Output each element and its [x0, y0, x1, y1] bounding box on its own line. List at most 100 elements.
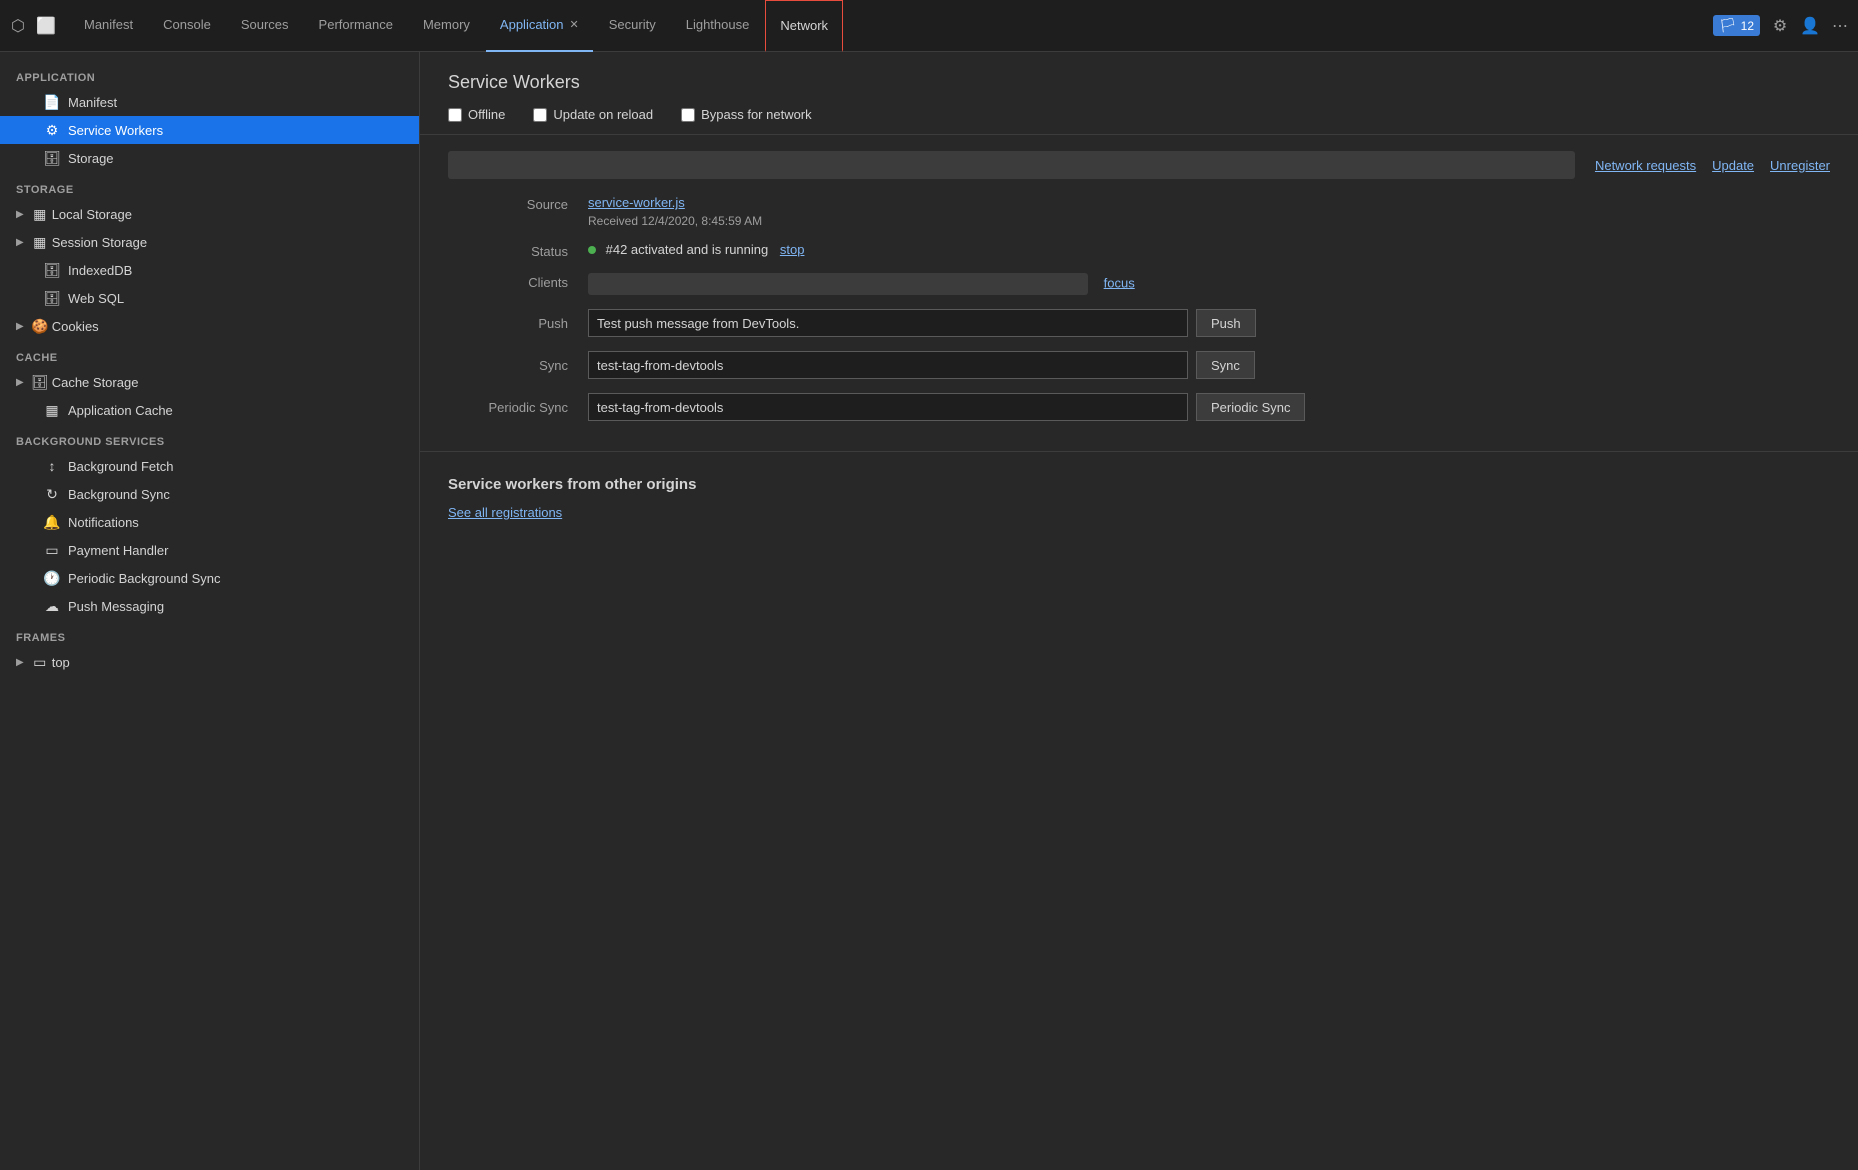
sidebar-item-periodic-bg-sync[interactable]: 🕐 Periodic Background Sync [0, 564, 419, 592]
sidebar-item-service-workers[interactable]: ⚙ Service Workers [0, 116, 419, 144]
manifest-icon: 📄 [44, 94, 60, 110]
periodic-sync-label: Periodic Sync [448, 400, 568, 415]
payment-icon: ▭ [44, 542, 60, 558]
push-messaging-icon: ☁ [44, 598, 60, 614]
status-stop-link[interactable]: stop [780, 242, 805, 257]
sw-url-bar [448, 151, 1575, 179]
sw-title: Service Workers [448, 72, 1830, 93]
bg-fetch-icon: ↕ [44, 458, 60, 474]
update-on-reload-checkbox[interactable]: Update on reload [533, 107, 653, 122]
sidebar-item-cache-storage[interactable]: ▶ 🗄 Cache Storage [0, 368, 419, 396]
sw-sync-row: Sync Sync [448, 351, 1830, 379]
tab-lighthouse[interactable]: Lighthouse [672, 0, 764, 52]
other-origins-section: Service workers from other origins See a… [420, 452, 1858, 544]
sw-source-row: Source service-worker.js Received 12/4/2… [448, 195, 1830, 228]
notifications-icon: 🔔 [44, 514, 60, 530]
push-label: Push [448, 316, 568, 331]
sidebar-item-web-sql[interactable]: 🗄 Web SQL [0, 284, 419, 312]
sw-entry-header: Network requests Update Unregister [448, 151, 1830, 179]
update-link[interactable]: Update [1712, 158, 1754, 173]
bypass-network-input[interactable] [681, 108, 695, 122]
status-value: #42 activated and is running stop [588, 242, 1830, 257]
periodic-sync-button[interactable]: Periodic Sync [1196, 393, 1305, 421]
network-requests-link[interactable]: Network requests [1595, 158, 1696, 173]
arrow-icon: ▶ [16, 657, 24, 668]
sw-periodic-sync-row: Periodic Sync Periodic Sync [448, 393, 1830, 421]
offline-checkbox-input[interactable] [448, 108, 462, 122]
status-label: Status [448, 242, 568, 259]
sidebar-section-application: Application [0, 60, 419, 88]
source-received: Received 12/4/2020, 8:45:59 AM [588, 214, 1830, 228]
periodic-sync-input[interactable] [588, 393, 1188, 421]
tab-console[interactable]: Console [149, 0, 225, 52]
offline-checkbox[interactable]: Offline [448, 107, 505, 122]
tab-performance[interactable]: Performance [305, 0, 407, 52]
sidebar-item-push-messaging[interactable]: ☁ Push Messaging [0, 592, 419, 620]
clients-bar [588, 273, 1088, 295]
main-content: Service Workers Offline Update on reload… [420, 52, 1858, 1170]
tab-sources[interactable]: Sources [227, 0, 303, 52]
tab-bar: ⬡ ⬜ Manifest Console Sources Performance… [0, 0, 1858, 52]
more-icon[interactable]: ⋯ [1830, 16, 1850, 36]
see-all-registrations-link[interactable]: See all registrations [448, 505, 562, 520]
sidebar-item-indexeddb[interactable]: 🗄 IndexedDB [0, 256, 419, 284]
app-cache-icon: ▦ [44, 402, 60, 418]
sidebar-section-frames: Frames [0, 620, 419, 648]
push-input[interactable] [588, 309, 1188, 337]
sidebar-item-manifest[interactable]: 📄 Manifest [0, 88, 419, 116]
session-storage-icon: ▦ [32, 234, 48, 250]
sidebar-item-top[interactable]: ▶ ▭ top [0, 648, 419, 676]
sw-checkboxes: Offline Update on reload Bypass for netw… [448, 107, 1830, 122]
sidebar-item-application-cache[interactable]: ▦ Application Cache [0, 396, 419, 424]
sidebar-item-background-fetch[interactable]: ↕ Background Fetch [0, 452, 419, 480]
sw-clients-row: Clients focus [448, 273, 1830, 295]
other-origins-title: Service workers from other origins [448, 476, 1830, 493]
status-text: #42 activated and is running [606, 242, 769, 257]
tab-close-icon[interactable]: ✕ [570, 18, 579, 31]
local-storage-icon: ▦ [32, 206, 48, 222]
sync-label: Sync [448, 358, 568, 373]
cache-storage-icon: 🗄 [32, 374, 48, 390]
tab-elements[interactable]: Manifest [70, 0, 147, 52]
push-button[interactable]: Push [1196, 309, 1256, 337]
bypass-for-network-checkbox[interactable]: Bypass for network [681, 107, 812, 122]
arrow-icon: ▶ [16, 237, 24, 248]
sidebar-item-notifications[interactable]: 🔔 Notifications [0, 508, 419, 536]
source-label: Source [448, 195, 568, 212]
flag-badge[interactable]: 🏳 12 [1713, 15, 1760, 36]
sw-status-row: Status #42 activated and is running stop [448, 242, 1830, 259]
sync-input[interactable] [588, 351, 1188, 379]
sidebar-item-payment-handler[interactable]: ▭ Payment Handler [0, 536, 419, 564]
periodic-sync-icon: 🕐 [44, 570, 60, 586]
status-dot-icon [588, 246, 596, 254]
sidebar-item-background-sync[interactable]: ↻ Background Sync [0, 480, 419, 508]
sw-push-row: Push Push [448, 309, 1830, 337]
tab-security[interactable]: Security [595, 0, 670, 52]
clients-focus-link[interactable]: focus [1104, 275, 1135, 290]
source-file-link[interactable]: service-worker.js [588, 195, 685, 210]
sidebar-item-local-storage[interactable]: ▶ ▦ Local Storage [0, 200, 419, 228]
sw-entry-actions: Network requests Update Unregister [1595, 158, 1830, 173]
sidebar-section-background: Background Services [0, 424, 419, 452]
sidebar-item-storage[interactable]: 🗄 Storage [0, 144, 419, 172]
arrow-icon: ▶ [16, 209, 24, 220]
settings-icon[interactable]: ⚙ [1770, 16, 1790, 36]
sync-button[interactable]: Sync [1196, 351, 1255, 379]
cursor-icon[interactable]: ⬡ [8, 16, 28, 36]
arrow-icon: ▶ [16, 377, 24, 388]
sidebar-item-session-storage[interactable]: ▶ ▦ Session Storage [0, 228, 419, 256]
bg-sync-icon: ↻ [44, 486, 60, 502]
unregister-link[interactable]: Unregister [1770, 158, 1830, 173]
sidebar-section-storage: Storage [0, 172, 419, 200]
tab-network[interactable]: Network [765, 0, 843, 52]
update-reload-input[interactable] [533, 108, 547, 122]
device-icon[interactable]: ⬜ [36, 16, 56, 36]
websql-icon: 🗄 [44, 290, 60, 306]
tab-memory[interactable]: Memory [409, 0, 484, 52]
main-layout: Application 📄 Manifest ⚙ Service Workers… [0, 52, 1858, 1170]
tab-application[interactable]: Application ✕ [486, 0, 593, 52]
profile-icon[interactable]: 👤 [1800, 16, 1820, 36]
service-workers-icon: ⚙ [44, 122, 60, 138]
sidebar-item-cookies[interactable]: ▶ 🍪 Cookies [0, 312, 419, 340]
source-value: service-worker.js Received 12/4/2020, 8:… [588, 195, 1830, 228]
